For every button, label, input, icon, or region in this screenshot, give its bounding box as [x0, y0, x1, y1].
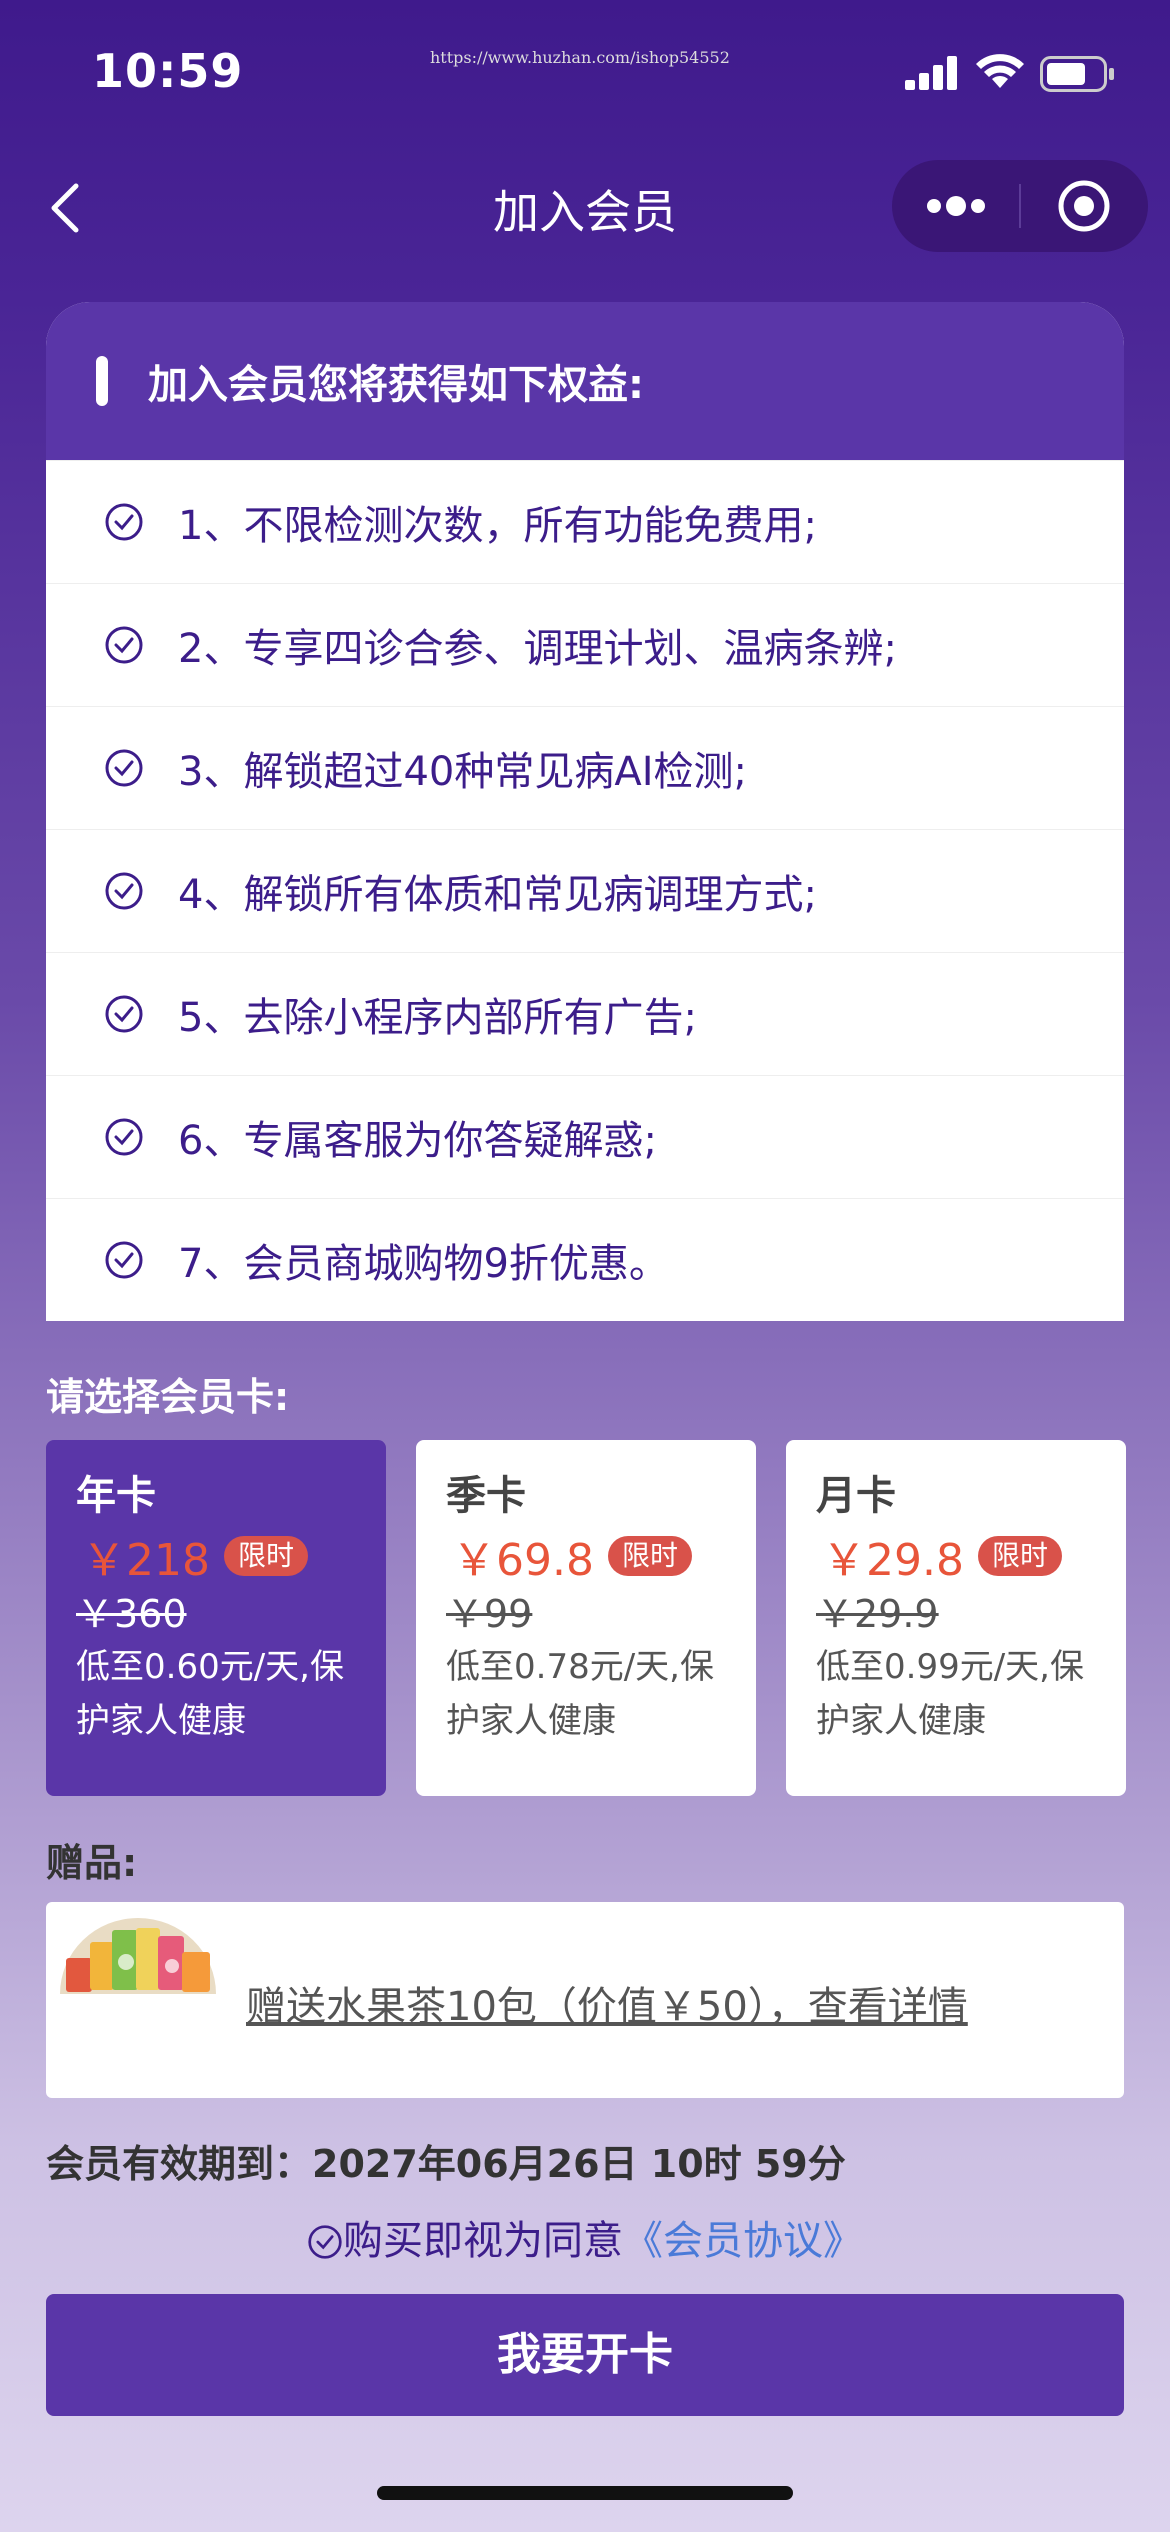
benefit-text: 7、会员商城购物9折优惠。 — [178, 1241, 669, 1287]
watermark-url: https://www.huzhan.com/ishop54552 — [430, 48, 730, 67]
open-card-button[interactable]: 我要开卡 — [46, 2294, 1124, 2416]
plan-name: 季卡 — [446, 1473, 526, 1519]
validity-date: 会员有效期到：2027年06月26日 10时 59分 — [46, 2142, 846, 2186]
benefit-text: 1、不限检测次数，所有功能免费用; — [178, 503, 817, 549]
battery-icon — [1040, 56, 1114, 92]
agreement-text: 购买即视为同意 — [343, 2218, 623, 2264]
benefit-text: 3、解锁超过40种常见病AI检测; — [178, 749, 747, 795]
check-circle-icon — [105, 872, 143, 910]
plan-description: 低至0.78元/天,保护家人健康 — [446, 1647, 714, 1741]
plan-description: 低至0.99元/天,保护家人健康 — [816, 1647, 1084, 1741]
plan-original-price: ￥29.9 — [816, 1592, 939, 1636]
plan-name: 月卡 — [816, 1473, 896, 1519]
benefit-text: 6、专属客服为你答疑解惑; — [178, 1118, 657, 1164]
plan-price: ￥218 — [82, 1535, 210, 1586]
plan-description: 低至0.60元/天,保护家人健康 — [76, 1647, 344, 1741]
wifi-icon — [976, 54, 1024, 88]
limited-time-badge: 限时 — [607, 1536, 692, 1576]
gift-section-label: 赠品: — [46, 1841, 138, 1885]
plan-original-price: ￥360 — [76, 1592, 187, 1636]
benefit-text: 2、专享四诊合参、调理计划、温病条辨; — [178, 626, 897, 672]
limited-time-badge: 限时 — [223, 1536, 308, 1576]
limited-time-badge: 限时 — [977, 1536, 1062, 1576]
gift-card[interactable]: 赠送水果茶10包（价值￥50），查看详情 — [46, 1902, 1124, 2098]
plan-section-label: 请选择会员卡: — [46, 1375, 290, 1419]
more-dots-icon[interactable] — [926, 194, 986, 218]
plan-price-row: ￥218 限时 — [76, 1528, 356, 1586]
benefit-item: 5、去除小程序内部所有广告; — [46, 952, 1124, 1075]
plan-card-monthly[interactable]: 月卡 ￥29.8 限时 ￥29.9 低至0.99元/天,保护家人健康 — [786, 1440, 1126, 1796]
check-circle-icon — [105, 995, 143, 1033]
benefit-text: 5、去除小程序内部所有广告; — [178, 995, 697, 1041]
signal-icon — [905, 56, 957, 90]
benefit-text: 4、解锁所有体质和常见病调理方式; — [178, 872, 817, 918]
benefit-item: 4、解锁所有体质和常见病调理方式; — [46, 829, 1124, 952]
plan-price-row: ￥29.8 限时 — [816, 1528, 1096, 1586]
plan-price-row: ￥69.8 限时 — [446, 1528, 726, 1586]
plan-name: 年卡 — [76, 1473, 156, 1519]
status-time: 10:59 — [92, 44, 244, 98]
gift-detail-link[interactable]: 赠送水果茶10包（价值￥50），查看详情 — [246, 1974, 968, 2032]
benefit-item: 6、专属客服为你答疑解惑; — [46, 1075, 1124, 1198]
benefit-item: 3、解锁超过40种常见病AI检测; — [46, 706, 1124, 829]
miniprogram-capsule — [892, 160, 1148, 252]
benefit-item: 2、专享四诊合参、调理计划、温病条辨; — [46, 583, 1124, 706]
benefits-title: 加入会员您将获得如下权益: — [148, 362, 644, 408]
check-circle-icon — [105, 1241, 143, 1279]
plan-original-price: ￥99 — [446, 1592, 533, 1636]
benefits-card: 加入会员您将获得如下权益: 1、不限检测次数，所有功能免费用; 2、专享四诊合参… — [46, 302, 1124, 1321]
plan-price: ￥69.8 — [452, 1535, 594, 1586]
benefit-item: 7、会员商城购物9折优惠。 — [46, 1198, 1124, 1321]
check-circle-icon — [105, 503, 143, 541]
check-circle-icon — [105, 1118, 143, 1156]
check-circle-icon — [105, 749, 143, 787]
home-indicator — [377, 2486, 793, 2500]
fruit-tea-image — [60, 1918, 216, 1994]
capsule-divider — [1019, 184, 1021, 228]
plan-price: ￥29.8 — [822, 1535, 964, 1586]
plan-card-quarterly[interactable]: 季卡 ￥69.8 限时 ￥99 低至0.78元/天,保护家人健康 — [416, 1440, 756, 1796]
plan-card-annual[interactable]: 年卡 ￥218 限时 ￥360 低至0.60元/天,保护家人健康 — [46, 1440, 386, 1796]
target-icon[interactable] — [1056, 178, 1112, 234]
agreement-row: 购买即视为同意《会员协议》 — [0, 2208, 1170, 2266]
header-accent-bar — [96, 356, 108, 406]
benefits-header: 加入会员您将获得如下权益: — [46, 302, 1124, 460]
benefit-item: 1、不限检测次数，所有功能免费用; — [46, 460, 1124, 583]
member-agreement-link[interactable]: 《会员协议》 — [623, 2218, 863, 2264]
status-bar: 10:59 https://www.huzhan.com/ishop54552 — [0, 0, 1170, 140]
check-circle-icon — [105, 626, 143, 664]
check-circle-icon[interactable] — [307, 2224, 343, 2260]
